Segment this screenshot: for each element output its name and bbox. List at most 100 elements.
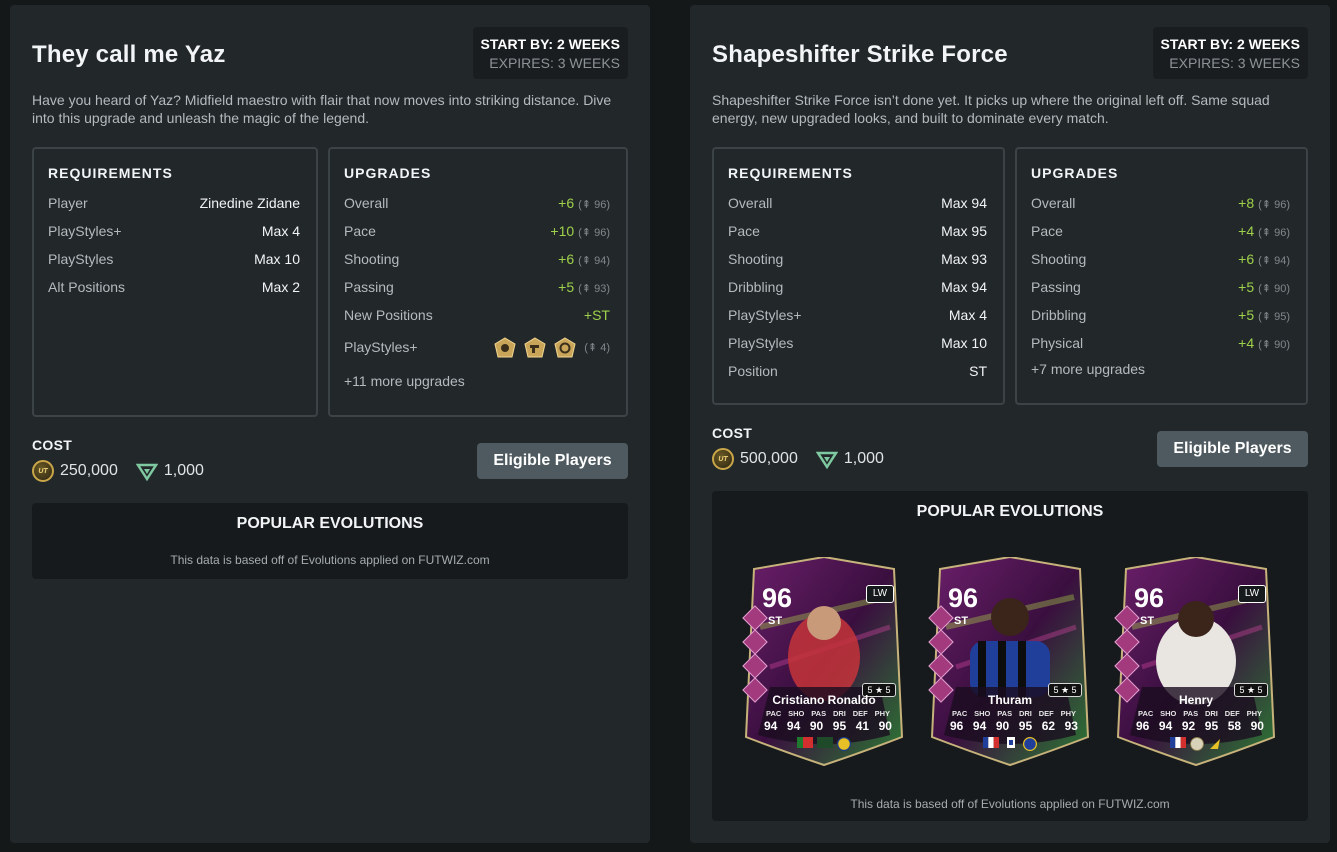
requirement-row: PlayStyles+ Max 4	[728, 305, 987, 325]
timer-badge: START BY: 2 WEEKS EXPIRES: 3 WEEKS	[472, 27, 628, 79]
upgrade-row: Pace +10 (⇞ 96)	[344, 221, 610, 241]
tiki-taka-icon[interactable]	[554, 337, 576, 359]
portugal-flag-icon	[797, 737, 813, 748]
finesse-shot-icon[interactable]	[494, 337, 516, 359]
playstyle-icon	[1114, 629, 1140, 655]
player-card[interactable]: 96 ST LW 5 ★ 5 Henry PAC SHO PAS DRI DEF PHY …	[1112, 557, 1280, 767]
requirements-heading: REQUIREMENTS	[48, 165, 173, 181]
upgrade-cap: (⇞ 90)	[1258, 339, 1290, 351]
requirement-row: Dribbling Max 94	[728, 277, 987, 297]
coin-icon: UT	[712, 448, 734, 470]
requirement-label: Position	[728, 363, 778, 379]
upgrade-cap: (⇞ 96)	[1258, 199, 1290, 211]
popular-evolutions-note: This data is based off of Evolutions app…	[850, 797, 1170, 811]
player-card[interactable]: 96 ST 5 ★ 5 Thuram PAC SHO PAS DRI DEF PHY 96…	[926, 557, 1094, 767]
eligible-players-button[interactable]: Eligible Players	[1157, 431, 1308, 467]
expires-text: EXPIRES: 3 WEEKS	[489, 55, 620, 71]
requirement-value: Max 10	[941, 335, 987, 351]
playstyle-strip	[928, 605, 954, 703]
upgrade-row: Physical +4 (⇞ 90)	[1031, 333, 1290, 353]
popular-evolutions-section: POPULAR EVOLUTIONS 96 ST LW 5 ★ 5 Cristi…	[712, 491, 1308, 821]
card-stat-values: 96 94 92 95 58 90	[1136, 719, 1264, 733]
requirement-row: Pace Max 95	[728, 221, 987, 241]
requirement-row: PlayStyles+ Max 4	[48, 221, 300, 241]
playstyle-icon	[928, 653, 954, 679]
upgrade-label: New Positions	[344, 307, 433, 323]
requirement-label: Overall	[728, 195, 773, 211]
upgrade-value: +6	[558, 195, 575, 211]
upgrade-row: Passing +5 (⇞ 93)	[344, 277, 610, 297]
cost-label: COST	[712, 425, 753, 441]
card-stat-labels: PAC SHO PAS DRI DEF PHY	[952, 709, 1076, 718]
card-rating: 96	[762, 583, 793, 613]
card-alt-position: LW	[866, 585, 894, 603]
card-badges	[926, 737, 1094, 751]
fc-points-icon	[815, 451, 838, 470]
upgrade-cap: (⇞ 96)	[1258, 227, 1290, 239]
playstyle-icon	[928, 629, 954, 655]
points-cost: 1,000	[163, 462, 204, 479]
upgrades-heading: UPGRADES	[1031, 165, 1119, 181]
requirement-label: Shooting	[728, 251, 784, 267]
evolution-description: Shapeshifter Strike Force isn’t done yet…	[712, 92, 1270, 126]
coin-icon: UT	[32, 460, 54, 482]
france-flag-icon	[983, 737, 999, 748]
france-flag-icon	[1170, 737, 1186, 748]
league-logo-icon	[817, 737, 833, 748]
player-card[interactable]: 96 ST LW 5 ★ 5 Cristiano Ronaldo PAC SHO P…	[740, 557, 908, 767]
upgrade-value: +8	[1238, 195, 1255, 211]
card-rating: 96	[948, 583, 979, 613]
upgrade-value: +4	[1238, 223, 1255, 239]
card-position: ST	[768, 615, 783, 627]
upgrade-value: +6	[558, 251, 575, 267]
evolution-title: They call me Yaz	[32, 41, 226, 68]
popular-evolutions-section: POPULAR EVOLUTIONS This data is based of…	[32, 503, 628, 579]
requirement-value: Max 10	[254, 251, 300, 267]
upgrade-label: Overall	[344, 195, 389, 211]
playstyles-row: PlayStyles+ (⇞ 4)	[344, 337, 610, 361]
more-upgrades-link[interactable]: +7 more upgrades	[1031, 361, 1145, 377]
club-crest-icon	[1210, 739, 1220, 749]
requirement-row: Position ST	[728, 361, 987, 381]
card-stat-labels: PAC SHO PAS DRI DEF PHY	[766, 709, 890, 718]
card-alt-position: LW	[1238, 585, 1266, 603]
card-stat-values: 96 94 90 95 62 93	[950, 719, 1078, 733]
upgrade-value: +5	[1238, 307, 1255, 323]
upgrade-row: Shooting +6 (⇞ 94)	[1031, 249, 1290, 269]
requirement-label: Pace	[728, 223, 760, 239]
upgrade-cap: (⇞ 94)	[1258, 255, 1290, 267]
upgrade-row: Overall +8 (⇞ 96)	[1031, 193, 1290, 213]
card-player-name: Cristiano Ronaldo	[772, 693, 876, 707]
more-upgrades-link[interactable]: +11 more upgrades	[344, 373, 465, 389]
power-shot-icon[interactable]	[524, 337, 546, 359]
upgrade-label: Shooting	[344, 251, 400, 267]
card-position: ST	[1140, 615, 1155, 627]
requirement-value: Max 95	[941, 223, 987, 239]
evolution-panel-shapeshifter: Shapeshifter Strike Force START BY: 2 WE…	[690, 5, 1330, 843]
upgrade-cap: (⇞ 96)	[578, 199, 610, 211]
upgrade-label: Physical	[1031, 335, 1084, 351]
upgrade-value: +ST	[583, 307, 610, 323]
eligible-players-button[interactable]: Eligible Players	[477, 443, 628, 479]
upgrade-cap: (⇞ 90)	[1258, 283, 1290, 295]
upgrade-label: Passing	[344, 279, 394, 295]
cost-values: UT 250,000 1,000	[32, 460, 204, 482]
upgrade-row: New Positions +ST	[344, 305, 610, 325]
requirement-value: Max 94	[941, 279, 987, 295]
playstyle-strip	[1114, 605, 1140, 703]
playstyle-strip	[742, 605, 768, 703]
card-badges	[740, 737, 908, 751]
upgrades-box: UPGRADES Overall +8 (⇞ 96) Pace +4 (⇞ 96) Sh…	[1015, 147, 1308, 405]
requirements-box: REQUIREMENTS Player Zinedine Zidane PlayS…	[32, 147, 318, 417]
points-cost: 1,000	[843, 450, 884, 467]
requirement-label: PlayStyles	[48, 251, 114, 267]
fc-points-icon	[135, 463, 158, 482]
upgrade-row: Pace +4 (⇞ 96)	[1031, 221, 1290, 241]
card-position: ST	[954, 615, 969, 627]
upgrade-row: Passing +5 (⇞ 90)	[1031, 277, 1290, 297]
requirement-value: Max 4	[261, 223, 300, 239]
requirement-value: Max 94	[941, 195, 987, 211]
playstyles-cap: (⇞ 4)	[584, 342, 610, 354]
upgrade-value: +6	[1238, 251, 1255, 267]
playstyle-icon	[742, 605, 768, 631]
